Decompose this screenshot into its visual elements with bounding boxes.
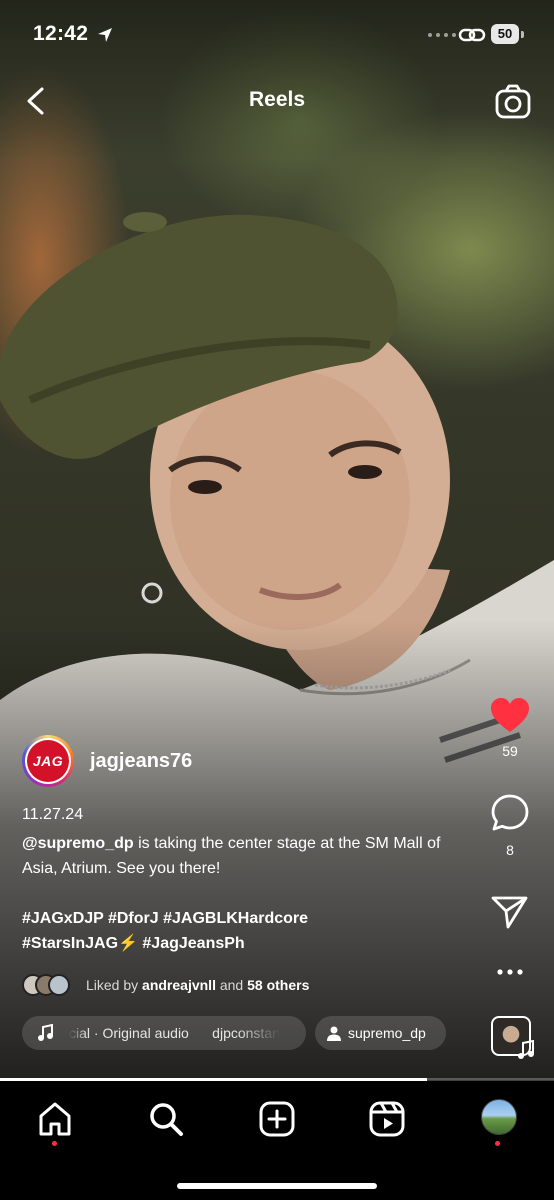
caption-mention[interactable]: @supremo_dp bbox=[22, 835, 134, 852]
tab-home[interactable] bbox=[35, 1099, 75, 1139]
hashtags-line-2[interactable]: #StarsInJAG⚡ #JagJeansPh bbox=[22, 931, 462, 956]
like-button[interactable]: 59 bbox=[480, 698, 540, 759]
home-notification-dot bbox=[52, 1141, 57, 1146]
tab-search[interactable] bbox=[146, 1099, 186, 1139]
music-note-icon bbox=[518, 1040, 534, 1059]
page-title: Reels bbox=[248, 88, 306, 111]
home-indicator bbox=[177, 1183, 377, 1189]
like-count: 59 bbox=[502, 743, 518, 759]
location-arrow-icon bbox=[98, 28, 112, 42]
status-bar: 12:42 50 bbox=[0, 0, 554, 70]
paper-plane-icon bbox=[491, 896, 528, 929]
jag-logo: JAG bbox=[27, 740, 69, 782]
reels-icon bbox=[369, 1101, 405, 1137]
liker-avatar bbox=[48, 974, 70, 996]
profile-notification-dot bbox=[495, 1141, 500, 1146]
share-button[interactable] bbox=[480, 895, 540, 934]
heart-filled-icon bbox=[491, 698, 529, 732]
liked-by-text: Liked by andreajvnll and 58 others bbox=[86, 977, 310, 993]
author-avatar[interactable]: JAG bbox=[22, 735, 74, 787]
liker-avatars bbox=[22, 974, 82, 996]
create-plus-icon bbox=[259, 1101, 295, 1137]
liked-by-row[interactable]: Liked by andreajvnll and 58 others bbox=[22, 974, 309, 996]
caption-text[interactable]: @supremo_dp is taking the center stage a… bbox=[22, 831, 462, 881]
tab-reels[interactable] bbox=[367, 1099, 407, 1139]
more-options-button[interactable] bbox=[480, 960, 540, 989]
comment-button[interactable]: 8 bbox=[480, 793, 540, 858]
tab-create[interactable] bbox=[257, 1099, 297, 1139]
signal-icon bbox=[428, 33, 456, 37]
audio-label: cial · Original audio djpconstan bbox=[69, 1025, 280, 1041]
liked-by-user[interactable]: andreajvnll bbox=[142, 977, 216, 993]
author-username[interactable]: jagjeans76 bbox=[90, 750, 192, 773]
search-icon bbox=[150, 1103, 183, 1136]
camera-button[interactable] bbox=[494, 84, 532, 120]
tagged-user-label: supremo_dp bbox=[348, 1025, 426, 1041]
liked-by-others[interactable]: 58 others bbox=[247, 977, 309, 993]
person-icon bbox=[327, 1026, 341, 1041]
status-time: 12:42 bbox=[33, 22, 89, 45]
caption-date: 11.27.24 bbox=[22, 806, 84, 823]
comment-count: 8 bbox=[506, 842, 514, 858]
home-icon bbox=[39, 1102, 71, 1136]
tagged-user-pill[interactable]: supremo_dp bbox=[315, 1016, 446, 1050]
link-icon bbox=[458, 28, 486, 42]
hashtags-line-1[interactable]: #JAGxDJP #DforJ #JAGBLKHardcore bbox=[22, 906, 462, 931]
battery-cap bbox=[521, 31, 524, 38]
original-audio-pill[interactable]: cial · Original audio djpconstan bbox=[22, 1016, 306, 1050]
tab-profile-avatar[interactable] bbox=[481, 1099, 517, 1135]
camera-icon bbox=[495, 84, 531, 119]
comment-bubble-icon bbox=[491, 794, 529, 831]
more-dots-icon bbox=[497, 969, 523, 975]
music-note-icon bbox=[38, 1024, 53, 1041]
caption-hashtags[interactable]: #JAGxDJP #DforJ #JAGBLKHardcore #StarsIn… bbox=[22, 906, 462, 956]
battery-indicator: 50 bbox=[491, 24, 519, 44]
